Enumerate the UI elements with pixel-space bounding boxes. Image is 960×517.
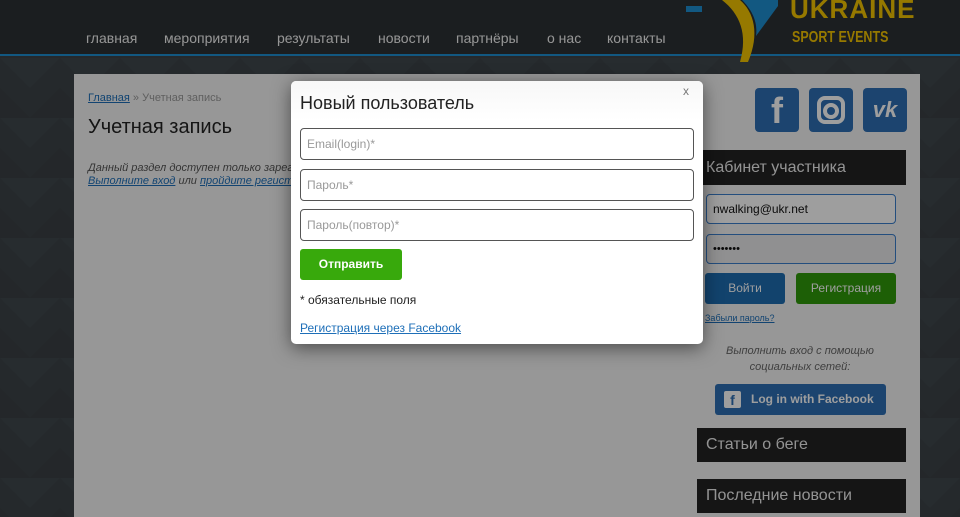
new-user-modal: Новый пользователь x Email(login)* Парол… — [291, 81, 703, 344]
close-icon[interactable]: x — [683, 84, 689, 98]
password-field[interactable]: Пароль* — [300, 169, 694, 201]
facebook-register-link[interactable]: Регистрация через Facebook — [300, 321, 461, 335]
submit-button[interactable]: Отправить — [300, 249, 402, 280]
modal-title: Новый пользователь — [300, 93, 475, 113]
email-field[interactable]: Email(login)* — [300, 128, 694, 160]
password-repeat-field[interactable]: Пароль(повтор)* — [300, 209, 694, 241]
required-fields-note: * обязательные поля — [300, 293, 417, 307]
